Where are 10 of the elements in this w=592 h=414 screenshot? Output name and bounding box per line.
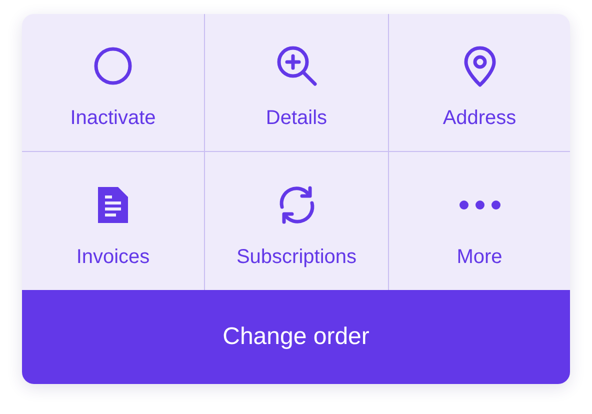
action-tile[interactable]: Inactivate [22,14,205,152]
change-order-button[interactable]: Change order [22,290,570,384]
action-tile[interactable]: Address [389,14,570,152]
document-icon [96,184,130,224]
more-dots-icon [458,200,500,210]
circle-icon [93,46,133,86]
action-tile[interactable]: Details [205,14,389,152]
location-pin-icon [462,45,496,87]
action-tile[interactable]: More [389,152,570,290]
zoom-in-icon [276,45,318,87]
